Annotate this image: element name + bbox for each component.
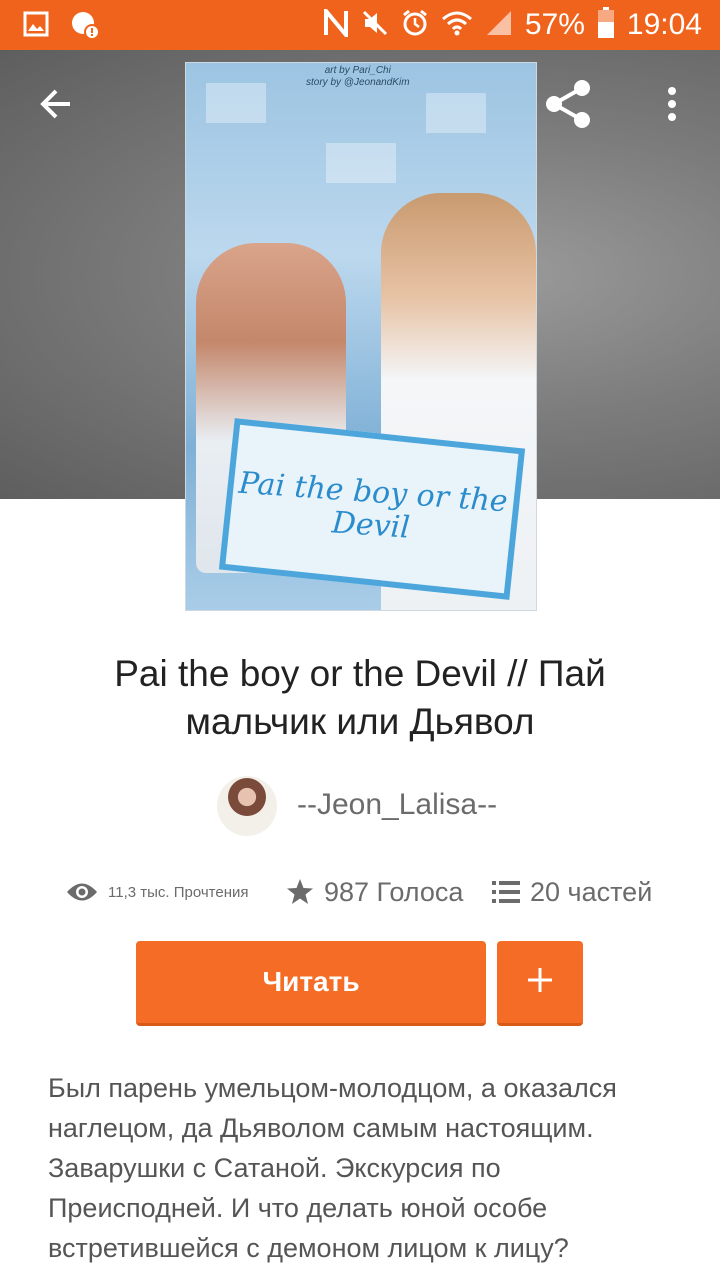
parts-stat: 20 частей	[492, 870, 652, 914]
status-bar: 57% 19:04	[0, 0, 720, 50]
alert-icon	[70, 10, 100, 45]
list-icon	[492, 880, 520, 904]
more-vert-icon	[666, 86, 678, 127]
share-icon	[542, 78, 594, 135]
share-button[interactable]	[540, 78, 596, 134]
cover-credit: art by Pari_Chi story by @JeonandKim	[306, 65, 410, 88]
reads-count: 11,3 тыс. Прочтения	[108, 883, 249, 901]
story-cover[interactable]: art by Pari_Chi story by @JeonandKim Pai…	[185, 62, 537, 611]
star-icon	[286, 878, 314, 906]
author-name[interactable]: --Jeon_Lalisa--	[297, 788, 497, 822]
mute-icon	[361, 9, 389, 42]
read-button[interactable]: Читать	[136, 941, 486, 1026]
story-description: Был парень умельцом-молодцом, а оказался…	[48, 1073, 617, 1263]
more-options-button[interactable]	[644, 78, 700, 134]
plus-icon	[526, 966, 554, 999]
wifi-icon	[441, 9, 473, 42]
alarm-icon	[401, 9, 429, 42]
votes-stat: 987 Голоса	[286, 870, 463, 914]
gallery-icon	[22, 10, 50, 45]
signal-icon	[485, 9, 513, 42]
parts-count: 20 частей	[530, 876, 653, 907]
story-title: Pai the boy or the Devil // Пай мальчик …	[114, 653, 606, 742]
cover-title-card: Pai the boy or the Devil	[218, 418, 526, 600]
eye-icon	[66, 881, 98, 903]
add-to-library-button[interactable]	[497, 941, 583, 1026]
votes-count: 987 Голоса	[324, 876, 464, 907]
arrow-left-icon	[36, 84, 76, 129]
author-avatar[interactable]	[217, 776, 277, 836]
clock: 19:04	[626, 8, 702, 41]
nfc-icon	[323, 4, 349, 42]
battery-percent: 57%	[524, 8, 585, 41]
story-stats: 11,3 тыс. Прочтения 987 Голоса 20 частей	[66, 870, 666, 914]
back-button[interactable]	[28, 78, 84, 134]
reads-stat: 11,3 тыс. Прочтения	[66, 870, 249, 914]
battery-icon	[597, 6, 615, 44]
